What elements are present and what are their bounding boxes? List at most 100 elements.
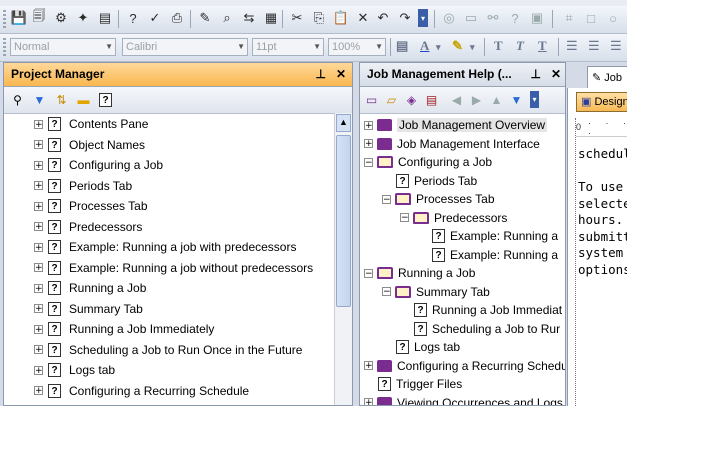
expand-icon[interactable]: + — [34, 222, 43, 232]
tree-item[interactable]: ? Periods Tab — [396, 172, 477, 190]
expand-icon[interactable]: + — [34, 242, 43, 252]
rectangle-icon[interactable]: □ — [582, 9, 600, 27]
style-select[interactable]: Normal ▼ — [10, 38, 116, 56]
paste-icon[interactable]: 📋 — [332, 9, 350, 27]
collapse-icon[interactable]: − — [364, 268, 373, 278]
list-item[interactable]: +? Running a Job — [34, 278, 146, 298]
italic-icon[interactable]: T — [516, 38, 524, 54]
tree-item[interactable]: ? Trigger Files — [378, 375, 462, 393]
pencil-icon[interactable]: ✎ — [196, 9, 214, 27]
list-item[interactable]: +? Logs tab — [34, 360, 115, 380]
expand-icon[interactable]: + — [34, 140, 43, 150]
underline-icon[interactable]: T — [538, 38, 547, 54]
folder-icon[interactable]: ▬ — [75, 91, 92, 108]
tree-item[interactable]: ? Example: Running a — [432, 246, 558, 264]
tree-item[interactable]: − Running a Job — [364, 264, 475, 282]
align-right-icon[interactable]: ☰ — [610, 38, 622, 54]
tree-item[interactable]: ? Running a Job Immediat — [414, 301, 562, 319]
properties-icon[interactable]: ▦ — [262, 9, 280, 27]
collapse-icon[interactable]: − — [382, 287, 391, 297]
pin-icon[interactable]: ⊥ — [530, 67, 540, 81]
font-select[interactable]: Calibri ▼ — [122, 38, 248, 56]
save-icon[interactable]: 💾 — [10, 9, 28, 27]
link-icon[interactable]: ⚯ — [484, 9, 502, 27]
expand-icon[interactable]: + — [34, 160, 43, 170]
bold-icon[interactable]: T — [494, 38, 503, 54]
find-icon[interactable]: ⌕ — [218, 9, 236, 27]
list-item[interactable]: +? Summary Tab — [34, 299, 143, 319]
cut-icon[interactable]: ✂ — [288, 9, 306, 27]
toolbar-overflow-icon[interactable]: ▾ — [418, 9, 428, 27]
document-tab[interactable]: ✎ Job — [587, 66, 627, 88]
toolbar-grip[interactable] — [3, 10, 6, 28]
snippet-icon[interactable]: ⌗ — [560, 9, 578, 27]
list-icon[interactable]: ▤ — [423, 91, 440, 108]
tree-item[interactable]: ? Scheduling a Job to Rur — [414, 320, 560, 338]
list-item[interactable]: +? Processes Tab — [34, 196, 148, 216]
tree-item[interactable]: − Processes Tab — [382, 190, 495, 208]
globe-icon[interactable]: ◎ — [440, 9, 458, 27]
help-circle-icon[interactable]: ? — [506, 9, 524, 27]
save-all-icon[interactable]: 🗐 — [30, 8, 48, 27]
expand-icon[interactable]: + — [34, 345, 43, 355]
help-topic-icon[interactable]: ? — [97, 91, 114, 108]
expand-icon[interactable]: + — [34, 201, 43, 211]
help-panel-header[interactable]: Job Management Help (... ⊥ ✕ — [360, 63, 565, 87]
arrow-left-icon[interactable]: ◀ — [448, 91, 465, 108]
binoculars-icon[interactable]: ⚲ — [9, 91, 26, 108]
expand-icon[interactable]: + — [364, 361, 373, 371]
list-item[interactable]: +? Object Names — [34, 135, 145, 155]
print-icon[interactable]: ⎙ — [168, 9, 186, 27]
undo-icon[interactable]: ↶ — [374, 9, 392, 27]
move-icon[interactable]: ◈ — [403, 91, 420, 108]
paragraph-icon[interactable]: ▤ — [396, 38, 408, 54]
document-text[interactable]: schedul To use tselectehours. Tsubmittsy… — [578, 146, 627, 278]
pin-icon[interactable]: ⊥ — [315, 67, 325, 81]
chevron-down-icon[interactable]: ▾ — [470, 42, 475, 53]
list-item[interactable]: +? Contents Pane — [34, 114, 148, 134]
expand-icon[interactable]: + — [34, 181, 43, 191]
expand-icon[interactable]: + — [34, 283, 43, 293]
tree-item[interactable]: − Summary Tab — [382, 283, 490, 301]
expand-icon[interactable]: + — [364, 398, 373, 405]
list-item[interactable]: +? Configuring a Recurring Schedule — [34, 381, 249, 401]
compile-icon[interactable]: ⚙ — [52, 9, 70, 27]
font-size-select[interactable]: 11pt ▼ — [252, 38, 324, 56]
zoom-select[interactable]: 100% ▼ — [328, 38, 386, 56]
list-item[interactable]: +? Example: Running a job without predece… — [34, 258, 313, 278]
comment-icon[interactable]: ▭ — [462, 9, 480, 27]
expand-icon[interactable]: + — [34, 304, 43, 314]
close-icon[interactable]: ✕ — [551, 67, 561, 81]
new-book-icon[interactable]: ▭ — [363, 91, 380, 108]
scroll-up-icon[interactable]: ▲ — [336, 114, 351, 132]
tree-item[interactable]: − Predecessors — [400, 209, 507, 227]
list-item[interactable]: +? Scheduling a Job to Run Once in the Fu… — [34, 340, 302, 360]
arrow-up-icon[interactable]: ▲ — [488, 91, 505, 108]
font-color-icon[interactable]: A — [420, 38, 429, 54]
tree-item[interactable]: + Configuring a Recurring Schedul — [364, 357, 565, 375]
close-icon[interactable]: ✕ — [336, 67, 346, 81]
delete-icon[interactable]: ✕ — [354, 9, 372, 27]
expand-icon[interactable]: + — [34, 386, 43, 396]
collapse-icon[interactable]: − — [400, 213, 409, 223]
spellcheck-icon[interactable]: ✓ — [146, 9, 164, 27]
list-item[interactable]: +? Example: Running a job with predecesso… — [34, 237, 296, 257]
chevron-down-icon[interactable]: ▾ — [436, 42, 441, 53]
list-item[interactable]: +? Periods Tab — [34, 176, 132, 196]
vertical-scrollbar[interactable]: ▲ — [334, 113, 352, 405]
circle-icon[interactable]: ○ — [604, 9, 622, 27]
expand-icon[interactable]: + — [34, 365, 43, 375]
arrow-right-icon[interactable]: ▶ — [468, 91, 485, 108]
expand-icon[interactable]: + — [34, 263, 43, 273]
scrollbar-thumb[interactable] — [336, 135, 351, 307]
tree-item[interactable]: + Viewing Occurrences and Logs I — [364, 394, 565, 405]
help-icon[interactable]: ? — [124, 9, 142, 27]
collapse-icon[interactable]: − — [364, 157, 373, 167]
arrow-down-icon[interactable]: ▼ — [508, 91, 525, 108]
collapse-icon[interactable]: − — [382, 194, 391, 204]
tree-item[interactable]: − Configuring a Job — [364, 153, 492, 171]
tree-item[interactable]: ? Example: Running a — [432, 227, 558, 245]
document-editor[interactable]: ▣ Design 0 · · · · schedul To use tselec… — [567, 88, 627, 406]
build-icon[interactable]: ✦ — [74, 9, 92, 27]
list-item[interactable]: +? Predecessors — [34, 217, 142, 237]
